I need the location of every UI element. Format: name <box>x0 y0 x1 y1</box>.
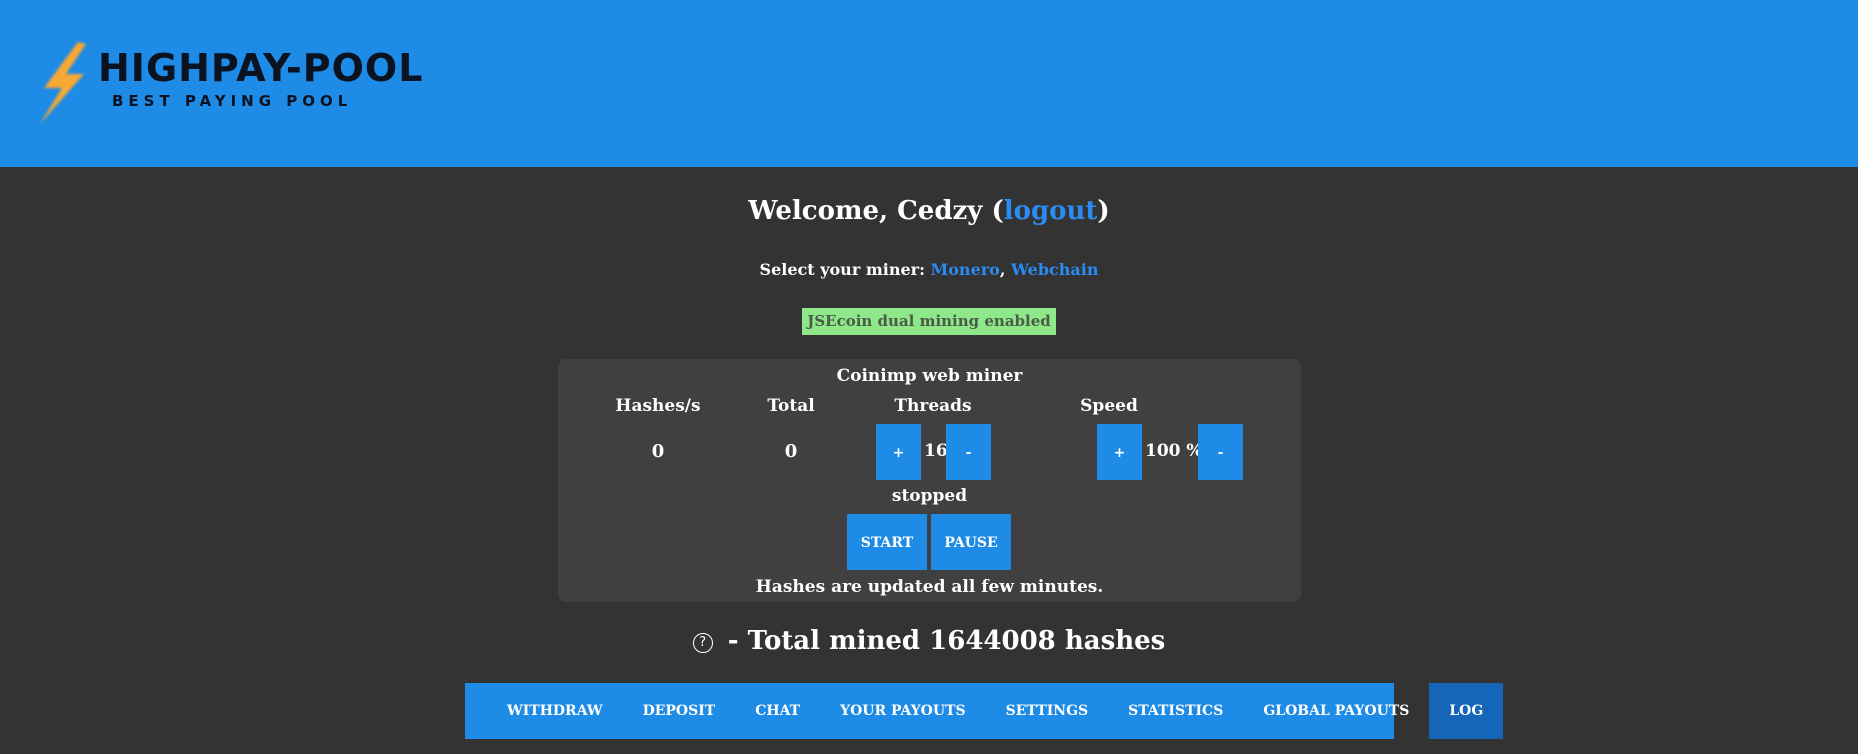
help-icon[interactable]: ? <box>692 633 713 653</box>
logo-tagline: BEST PAYING POOL <box>112 92 353 110</box>
threads-increase-button[interactable]: + <box>876 424 921 480</box>
nav-item-global-payouts[interactable]: GLOBAL PAYOUTS <box>1243 683 1429 739</box>
dual-mining-badge: JSEcoin dual mining enabled <box>802 308 1056 335</box>
start-button[interactable]: START <box>847 514 927 570</box>
nav-item-settings[interactable]: SETTINGS <box>986 683 1109 739</box>
total-mined-text: - Total mined 1644008 hashes <box>718 626 1166 656</box>
hashes-update-note: Hashes are updated all few minutes. <box>755 577 1104 597</box>
hashes-per-second-label: Hashes/s <box>615 396 701 416</box>
site-logo[interactable]: HIGHPAY-POOL BEST PAYING POOL <box>26 38 422 128</box>
nav-item-deposit[interactable]: DEPOSIT <box>623 683 736 739</box>
threads-decrease-button[interactable]: - <box>946 424 991 480</box>
pause-button[interactable]: PAUSE <box>931 514 1011 570</box>
web-miner-panel: Coinimp web miner Hashes/s 0 Total 0 Thr… <box>558 359 1301 602</box>
total-mined-summary: ? - Total mined 1644008 hashes <box>0 626 1858 656</box>
miner-select-separator: , <box>999 260 1011 279</box>
main-nav: WITHDRAW DEPOSIT CHAT YOUR PAYOUTS SETTI… <box>465 683 1504 739</box>
miner-select-label: Select your miner: <box>759 260 931 279</box>
speed-decrease-button[interactable]: - <box>1198 424 1243 480</box>
nav-item-statistics[interactable]: STATISTICS <box>1108 683 1243 739</box>
miner-status: stopped <box>891 486 968 506</box>
nav-item-chat[interactable]: CHAT <box>735 683 820 739</box>
miner-select: Select your miner: Monero, Webchain <box>0 260 1858 279</box>
nav-item-log[interactable]: LOG <box>1429 683 1504 739</box>
total-hashes-label: Total <box>767 396 815 416</box>
logout-link[interactable]: logout <box>1004 196 1098 226</box>
lightning-bolt-icon <box>40 42 86 124</box>
miner-option-webchain[interactable]: Webchain <box>1011 260 1098 279</box>
miner-option-monero[interactable]: Monero <box>931 260 1000 279</box>
speed-label: Speed <box>1080 396 1138 416</box>
speed-increase-button[interactable]: + <box>1097 424 1142 480</box>
hashes-per-second-value: 0 <box>651 441 665 462</box>
logo-title: HIGHPAY-POOL <box>98 46 424 90</box>
nav-item-withdraw[interactable]: WITHDRAW <box>487 683 623 739</box>
welcome-message: Welcome, Cedzy (logout) <box>0 196 1858 226</box>
threads-label: Threads <box>894 396 972 416</box>
site-header: HIGHPAY-POOL BEST PAYING POOL <box>0 0 1858 167</box>
nav-item-your-payouts[interactable]: YOUR PAYOUTS <box>820 683 986 739</box>
welcome-prefix: Welcome, Cedzy ( <box>748 196 1004 226</box>
total-hashes-value: 0 <box>784 441 798 462</box>
threads-value: 16 <box>924 441 948 461</box>
speed-value: 100 % <box>1145 441 1203 461</box>
panel-title: Coinimp web miner <box>836 366 1023 386</box>
welcome-suffix: ) <box>1097 196 1110 226</box>
